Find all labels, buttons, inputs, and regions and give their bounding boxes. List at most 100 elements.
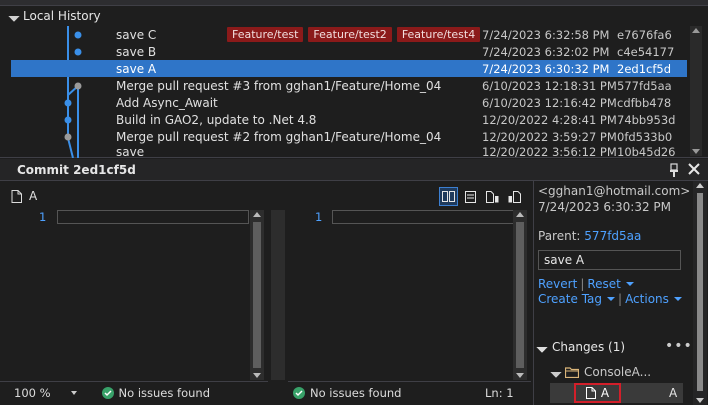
history-pane: Local History save C Feature/test Featur… xyxy=(0,0,708,158)
commit-date: 12/20/2022 3:56:12 PM xyxy=(482,145,617,157)
folder-tree-item[interactable]: ConsoleA... xyxy=(550,365,651,379)
collapse-icon[interactable] xyxy=(8,10,20,22)
reset-link[interactable]: Reset xyxy=(587,277,621,291)
scroll-up-icon[interactable] xyxy=(696,183,704,188)
line-number: 1 xyxy=(315,210,323,224)
tag-badge[interactable]: Feature/test2 xyxy=(308,27,392,42)
commit-message: save B xyxy=(116,44,157,59)
commit-pane: Commit 2ed1cf5d A 1 1 100 % No issues fo… xyxy=(0,159,708,405)
diff-pane-left[interactable]: 1 xyxy=(0,210,268,380)
commit-date: 6/10/2023 12:18:31 PM xyxy=(482,78,617,93)
diff-line[interactable] xyxy=(57,210,249,224)
file-icon xyxy=(585,387,596,399)
pin-icon[interactable] xyxy=(668,163,680,177)
scroll-up-icon[interactable] xyxy=(516,212,524,217)
folder-icon xyxy=(565,366,579,378)
inline-view-icon xyxy=(465,190,476,203)
commit-row[interactable]: save C Feature/test Feature/test2 Featur… xyxy=(11,26,687,43)
chevron-down-icon[interactable] xyxy=(607,297,616,301)
right-diff-scrollbar[interactable] xyxy=(513,210,527,380)
left-diff-scrollbar[interactable] xyxy=(250,210,264,380)
create-tag-link[interactable]: Create Tag xyxy=(538,292,602,306)
scroll-thumb[interactable] xyxy=(253,222,261,368)
side-by-side-icon xyxy=(442,191,455,202)
commit-row-selected[interactable]: save A 7/24/2023 6:30:32 PM 2ed1cf5d xyxy=(11,60,687,77)
scroll-up-icon[interactable] xyxy=(253,212,261,217)
diff-gutter xyxy=(271,210,285,380)
scroll-down-icon[interactable] xyxy=(516,373,524,378)
commit-sha: e7676fa6 xyxy=(617,27,672,42)
chevron-down-icon[interactable] xyxy=(673,297,682,301)
scroll-thumb[interactable] xyxy=(516,222,524,368)
commit-message: Add Async_Await xyxy=(116,95,218,110)
issues-status[interactable]: No issues found xyxy=(293,386,401,400)
commit-row[interactable]: Merge pull request #2 from gghan1/Featur… xyxy=(11,128,687,145)
history-header[interactable]: Local History xyxy=(8,8,101,24)
scroll-down-icon[interactable] xyxy=(253,373,261,378)
tag-badge[interactable]: Feature/test xyxy=(227,27,304,42)
actions-link[interactable]: Actions xyxy=(625,292,669,306)
close-icon[interactable] xyxy=(686,161,702,177)
history-scrollbar[interactable] xyxy=(690,26,702,156)
side-by-side-view-button[interactable] xyxy=(439,187,458,206)
commit-row[interactable]: save B 7/24/2023 6:32:02 PM c4e54177 xyxy=(11,43,687,60)
changes-header[interactable]: Changes (1) xyxy=(536,340,626,354)
file-icon xyxy=(11,189,22,203)
scroll-down-icon[interactable] xyxy=(692,149,700,154)
commit-tags: Feature/test Feature/test2 Feature/test4 xyxy=(227,27,481,42)
right-file-icon xyxy=(508,190,521,203)
changed-file-item[interactable]: A A xyxy=(550,383,683,403)
right-file-view-button[interactable] xyxy=(505,187,524,206)
commit-message-box[interactable]: save A xyxy=(538,250,681,270)
left-file-icon xyxy=(486,190,499,203)
commit-header: Commit 2ed1cf5d xyxy=(0,159,708,181)
commit-date: 12/20/2022 4:28:41 PM xyxy=(482,112,617,127)
diff-pane-right[interactable]: 1 xyxy=(288,210,531,380)
commit-row[interactable]: Add Async_Await 6/10/2023 12:16:42 PM cd… xyxy=(11,94,687,111)
commit-date: 12/20/2022 3:59:27 PM xyxy=(482,129,617,144)
commit-message: save C xyxy=(116,27,157,42)
tag-badge[interactable]: Feature/test4 xyxy=(396,27,481,42)
chevron-down-icon[interactable] xyxy=(625,282,634,286)
commit-message: save xyxy=(116,145,145,157)
history-title: Local History xyxy=(23,9,101,23)
commit-row[interactable]: save 12/20/2022 3:56:12 PM 10b45d26 xyxy=(11,145,687,157)
commit-sha: cdfbb478 xyxy=(617,95,672,110)
cursor-position: Ln: 1 xyxy=(485,385,514,400)
changes-title: Changes (1) xyxy=(552,340,626,354)
commit-message: Merge pull request #3 from gghan1/Featur… xyxy=(116,78,442,93)
issues-status[interactable]: No issues found xyxy=(101,386,210,400)
commit-row[interactable]: Merge pull request #3 from gghan1/Featur… xyxy=(11,77,687,94)
commit-date: 6/10/2023 12:16:42 PM xyxy=(482,95,617,110)
check-circle-icon xyxy=(293,386,305,399)
collapse-icon[interactable] xyxy=(536,341,548,353)
commit-date: 7/24/2023 6:30:32 PM xyxy=(538,200,672,214)
scroll-up-icon[interactable] xyxy=(692,28,700,33)
scroll-down-icon[interactable] xyxy=(696,398,704,403)
commit-sha: 74bb953d xyxy=(617,112,676,127)
status-bar-left: 100 % No issues found xyxy=(0,381,268,403)
diff-view-buttons xyxy=(439,187,524,206)
diff-line[interactable] xyxy=(332,210,524,224)
commit-row[interactable]: Build in GAO2, update to .Net 4.8 12/20/… xyxy=(11,111,687,128)
inline-view-button[interactable] xyxy=(461,187,480,206)
check-circle-icon xyxy=(101,386,114,399)
commit-date: 7/24/2023 6:30:32 PM xyxy=(482,61,610,76)
file-status-badge: A xyxy=(669,386,678,400)
revert-link[interactable]: Revert xyxy=(538,277,577,291)
zoom-dropdown[interactable]: 100 % xyxy=(14,386,77,400)
commit-title: Commit 2ed1cf5d xyxy=(17,163,136,177)
parent-sha-link[interactable]: 577fd5aa xyxy=(584,229,641,243)
parent-label: Parent: xyxy=(538,229,581,243)
action-row: Revert | Reset xyxy=(538,277,634,291)
left-file-view-button[interactable] xyxy=(483,187,502,206)
top-strip xyxy=(0,0,708,6)
more-options-icon[interactable]: ••• xyxy=(665,338,693,354)
status-bar-right: No issues found Ln: 1 xyxy=(288,381,531,403)
commit-sha: c4e54177 xyxy=(617,44,675,59)
details-scrollbar[interactable] xyxy=(693,181,707,405)
scroll-thumb[interactable] xyxy=(697,193,703,391)
collapse-icon[interactable] xyxy=(550,366,562,378)
parent-row: Parent: 577fd5aa xyxy=(538,229,641,243)
commit-date: 7/24/2023 6:32:02 PM xyxy=(482,44,610,59)
